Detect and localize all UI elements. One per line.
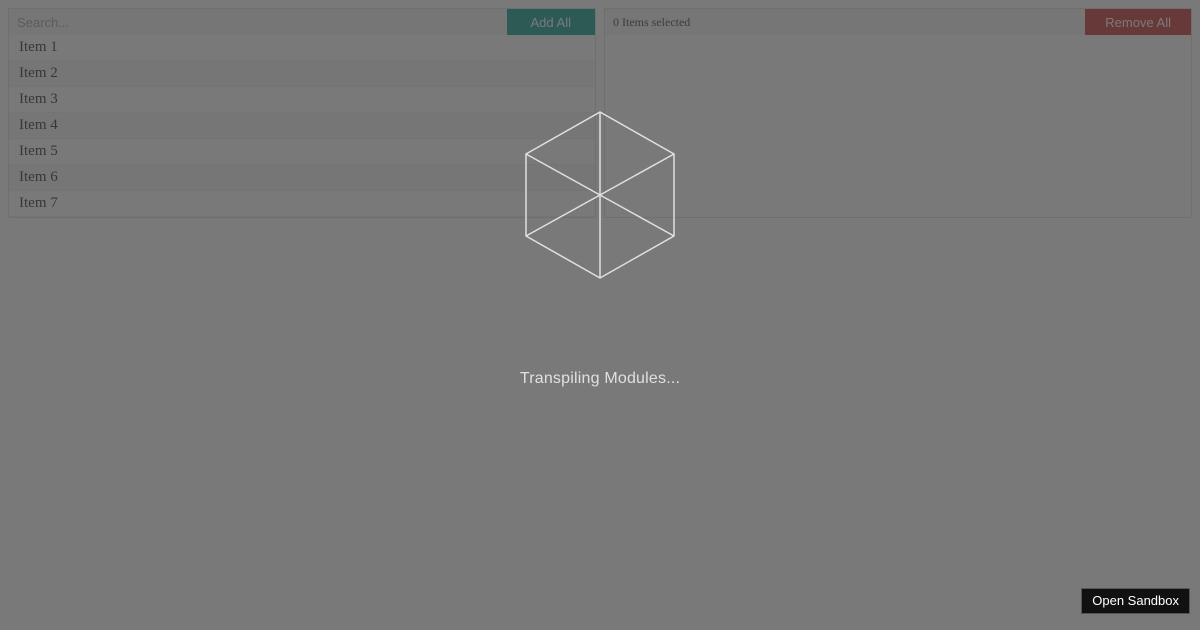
- open-sandbox-button[interactable]: Open Sandbox: [1081, 588, 1190, 614]
- loading-text: Transpiling Modules...: [520, 370, 680, 388]
- app-root: Add All Item 1 Item 2 Item 3 Item 4 Item…: [0, 0, 1200, 630]
- cube-icon: [522, 110, 678, 280]
- loading-overlay: Transpiling Modules...: [0, 0, 1200, 630]
